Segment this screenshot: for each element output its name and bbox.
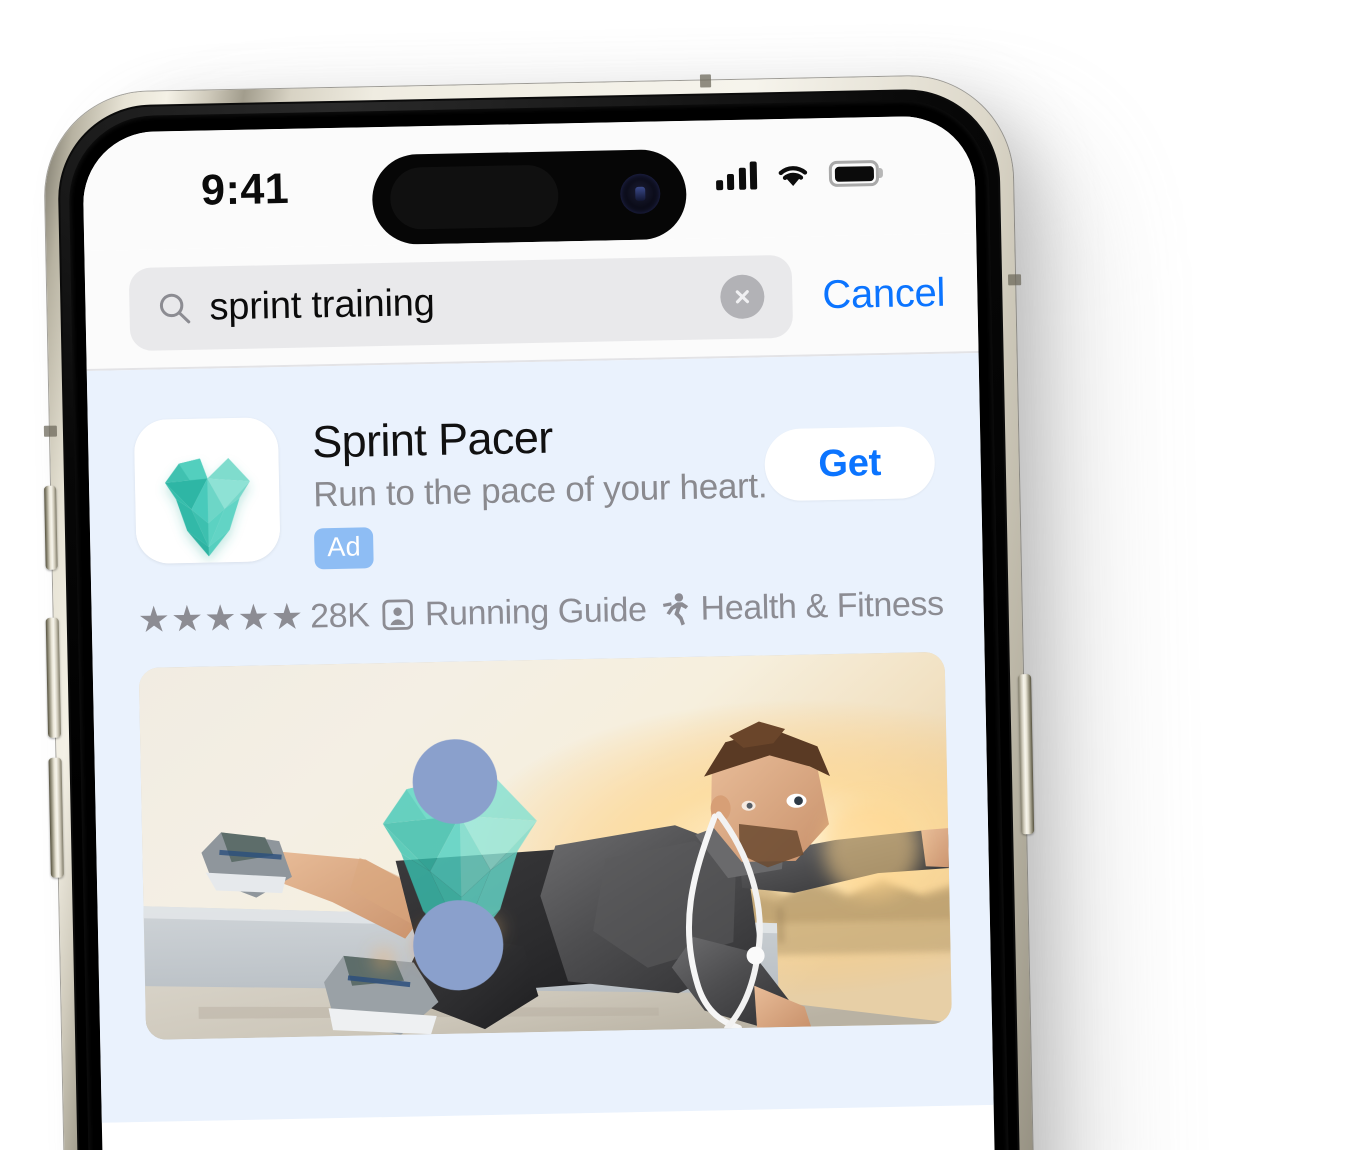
developer-name: Running Guide (424, 590, 647, 633)
search-input[interactable]: sprint training (128, 254, 794, 351)
search-bar-row: sprint training Cancel (84, 233, 979, 369)
running-person-icon (658, 592, 691, 627)
ad-hero-image[interactable]: 89 BPM (138, 651, 953, 1040)
sponsored-app-card[interactable]: Sprint Pacer Run to the pace of your hea… (86, 353, 994, 1123)
hero-artwork (138, 651, 953, 1040)
antenna-band-right (1007, 274, 1022, 286)
app-text-block: Sprint Pacer Run to the pace of your hea… (311, 408, 768, 570)
dynamic-island-pill (389, 164, 559, 230)
antenna-band-left (43, 425, 58, 437)
cancel-button[interactable]: Cancel (822, 270, 946, 317)
app-icon-artwork (133, 417, 281, 564)
get-button[interactable]: Get (764, 425, 936, 502)
close-icon (735, 290, 750, 304)
antenna-band-top (699, 74, 712, 88)
app-meta-row: ★ ★ ★ ★ ★ 28K Running Guide Health & Fit… (137, 582, 944, 642)
dynamic-island (371, 148, 688, 246)
category-group: Health & Fitness (658, 584, 944, 629)
low-poly-heart-app-icon[interactable] (133, 417, 281, 564)
rating-count: 28K (309, 595, 370, 636)
rating-group: ★ ★ ★ ★ ★ 28K (137, 596, 369, 640)
front-camera-icon (619, 173, 661, 215)
search-query-text: sprint training (209, 281, 435, 328)
cellular-bars-icon (715, 161, 758, 191)
status-bar-clock: 9:41 (200, 164, 290, 215)
search-icon (159, 293, 191, 324)
star-rating-icon: ★ ★ ★ ★ ★ (137, 595, 304, 640)
status-bar-indicators (715, 159, 884, 191)
app-subtitle: Run to the pace of your heart. (312, 466, 768, 515)
app-header-row: Sprint Pacer Run to the pace of your hea… (133, 404, 937, 570)
action-button[interactable] (44, 485, 58, 570)
app-name: Sprint Pacer (311, 411, 554, 468)
status-bar: 9:41 (81, 115, 977, 251)
iphone-device: 9:41 sprint training Cancel Sprint Pacer… (43, 74, 1036, 1150)
developer-person-icon (381, 597, 416, 632)
phone-screen: 9:41 sprint training Cancel Sprint Pacer… (81, 115, 997, 1150)
volume-down-button[interactable] (48, 757, 64, 878)
volume-up-button[interactable] (45, 617, 62, 738)
battery-full-icon (828, 160, 884, 188)
clear-search-button[interactable] (719, 274, 765, 320)
developer-group: Running Guide (381, 590, 647, 634)
ad-badge: Ad (313, 527, 375, 570)
wifi-icon (778, 166, 808, 187)
screenshot-canvas: 9:41 sprint training Cancel Sprint Pacer… (0, 0, 1368, 1150)
category-name: Health & Fitness (700, 584, 944, 628)
